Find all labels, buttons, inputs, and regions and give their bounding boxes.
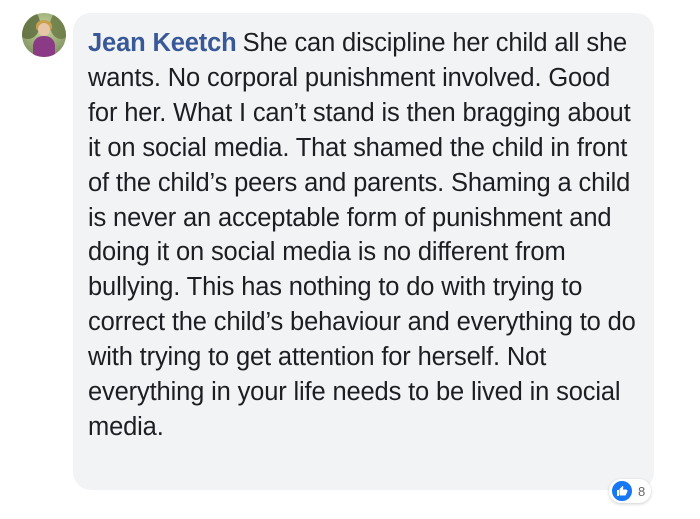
reaction-count: 8 — [638, 483, 646, 499]
like-icon — [611, 480, 633, 502]
comment-thread: Jean Keetch She can discipline her child … — [0, 0, 700, 519]
avatar[interactable] — [22, 13, 66, 57]
comment-body: Jean Keetch She can discipline her child … — [88, 26, 640, 445]
comment-bubble: Jean Keetch She can discipline her child … — [73, 13, 654, 490]
avatar-body — [33, 36, 55, 57]
thumbs-up-icon — [617, 486, 628, 496]
author-name-link[interactable]: Jean Keetch — [88, 29, 237, 57]
comment-text: She can discipline her child all she wan… — [88, 29, 636, 441]
avatar-tree-right — [50, 13, 66, 39]
reactions-badge[interactable]: 8 — [609, 479, 652, 503]
avatar-head — [38, 23, 50, 36]
